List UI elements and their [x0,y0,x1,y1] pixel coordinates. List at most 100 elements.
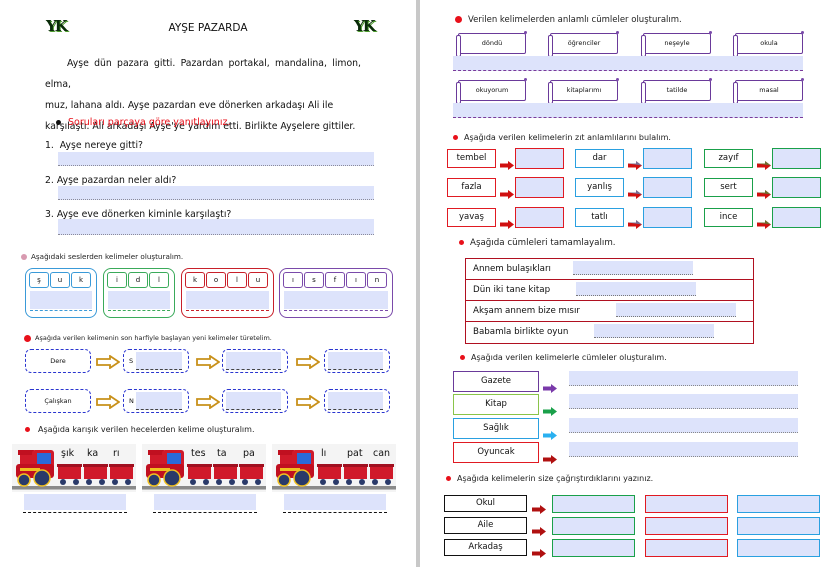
letter-tile: i [107,272,127,288]
sentence-row: Babamla birlikte oyun [466,322,753,343]
derived-word-box[interactable]: S [123,349,189,373]
answer-fill[interactable] [136,392,182,410]
letter-tile: k [71,272,91,288]
opposite-answer-field[interactable] [772,148,821,169]
association-answer-field[interactable] [645,539,728,557]
word-scroll: masal [733,78,804,104]
derived-word-box[interactable] [222,389,288,413]
train-picture: tes ta pa [142,444,266,492]
bullet-icon [455,16,462,23]
opposite-answer-field[interactable] [772,207,821,228]
word-box: Kitap [453,394,539,415]
word-answer-field[interactable] [24,494,126,510]
answer-fill[interactable] [226,352,281,370]
derived-word-box[interactable]: N [123,389,189,413]
sentence-answer-field[interactable] [569,371,798,386]
sentence-completion-field[interactable] [573,261,693,275]
association-answer-field[interactable] [737,495,820,513]
association-answer-field[interactable] [552,539,635,557]
derived-word-box[interactable] [222,349,288,373]
complete-instruction: Aşağıda cümleleri tamamlayalım. [459,238,616,248]
sentence-row: Annem bulaşıkları [466,259,753,280]
sentence-completion-field[interactable] [616,303,736,317]
letter-tile: ş [29,272,49,288]
bullet-icon [453,135,458,140]
sentence-start: Babamla birlikte oyun [473,327,569,337]
word-box: yavaş [447,208,496,227]
word-answer-field[interactable] [154,494,256,510]
letter-tile: s [304,272,324,288]
arrow-right-icon [96,354,121,370]
sentence-answer-field[interactable] [569,442,798,457]
answer-field-2[interactable] [58,186,374,200]
association-answer-field[interactable] [737,539,820,557]
sentence-answer-field[interactable] [453,56,803,71]
word-box: dar [575,149,624,168]
opposite-answer-field[interactable] [515,207,564,228]
association-answer-field[interactable] [645,517,728,535]
arrow-right-icon [500,155,514,170]
answer-field-1[interactable] [58,152,374,166]
sentences-instruction: Verilen kelimelerden anlamlı cümleler ol… [455,15,682,25]
arrow-right-icon [543,425,557,440]
word-answer-field[interactable] [186,291,269,309]
answer-fill[interactable] [328,352,383,370]
word-box: Oyuncak [453,442,539,463]
syllable: rı [113,448,120,459]
bullet-icon [56,120,61,125]
arrow-right-icon [757,214,771,229]
answer-fill[interactable] [328,392,383,410]
bullet-icon [446,476,451,481]
left-worksheet-page: YK YK AYŞE PAZARDA Ayşe dün pazara gitti… [0,0,416,567]
sentence-answer-field[interactable] [453,103,803,118]
arrow-right-icon [532,543,546,558]
word-box: Gazete [453,371,539,392]
word-answer-field[interactable] [284,291,388,309]
story-line: muz, lahana aldı. Ayşe pazardan eve döne… [45,100,334,111]
dashed-line [284,310,388,311]
derived-word-box[interactable] [324,349,390,373]
letter-group: idl [103,268,175,318]
train-picture: lı pat can [272,444,396,492]
arrow-right-icon [532,499,546,514]
dashed-line [30,310,92,311]
syllable: pa [243,448,255,459]
association-answer-field[interactable] [552,517,635,535]
sentence-answer-field[interactable] [569,394,798,409]
answer-fill[interactable] [136,352,182,370]
opposite-answer-field[interactable] [643,177,692,198]
opposite-answer-field[interactable] [772,177,821,198]
word-scroll: okuyorum [456,78,527,104]
opposite-answer-field[interactable] [515,177,564,198]
sentence-completion-field[interactable] [576,282,696,296]
bullet-icon [25,427,30,432]
opposite-answer-field[interactable] [643,148,692,169]
word-box: ince [704,208,753,227]
letter-tile: ı [283,272,303,288]
syllable: lı [321,448,327,459]
arrow-right-icon [543,378,557,393]
arrow-right-icon [196,354,221,370]
opposite-answer-field[interactable] [643,207,692,228]
word-scroll: döndü [456,31,527,57]
word-answer-field[interactable] [284,494,386,510]
sentence-completion-field[interactable] [594,324,714,338]
derived-word-box[interactable] [324,389,390,413]
association-answer-field[interactable] [645,495,728,513]
arrow-right-icon [500,184,514,199]
start-letter: N [129,397,134,405]
sentence-answer-field[interactable] [569,418,798,433]
letter-tile: ı [346,272,366,288]
answer-field-3[interactable] [58,219,374,235]
questions-instruction: Soruları parçaya göre yanıtlayınız. [56,117,230,128]
given-word: Çalışkan [44,397,72,405]
association-answer-field[interactable] [552,495,635,513]
word-answer-field[interactable] [108,291,170,309]
word-answer-field[interactable] [30,291,92,309]
arrow-right-icon [543,449,557,464]
question-2: 2. Ayşe pazardan neler aldı? [45,175,177,186]
answer-fill[interactable] [226,392,281,410]
letter-tile: u [50,272,70,288]
opposite-answer-field[interactable] [515,148,564,169]
association-answer-field[interactable] [737,517,820,535]
